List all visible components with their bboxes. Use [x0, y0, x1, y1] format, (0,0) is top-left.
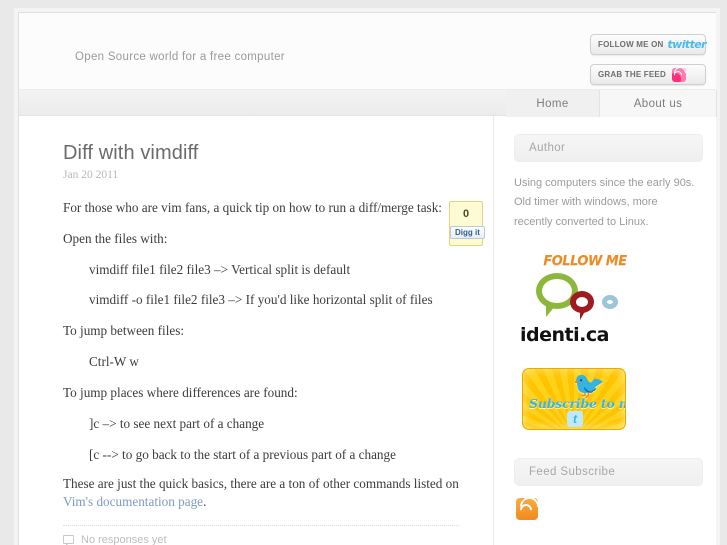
- main-navigation: Home About us: [19, 89, 717, 117]
- post-footer: No responses yet: [63, 524, 459, 545]
- site-tagline: Open Source world for a free computer: [75, 51, 285, 63]
- rss-icon: [671, 67, 686, 82]
- post-code-line: vimdiff file1 file2 file3 –> Vertical sp…: [89, 261, 351, 277]
- post-code-line: [c --> to go back to the start of a prev…: [89, 446, 396, 462]
- nav-item-list: Home About us: [506, 90, 717, 117]
- post-paragraph: To jump between files:: [63, 323, 185, 339]
- post-body: 0 Digg it For those who are vim fans, a …: [63, 199, 485, 511]
- feed-subscribe-widget-heading: Feed Subscribe: [514, 457, 703, 486]
- site-header: Open Source world for a free computer FO…: [19, 13, 716, 89]
- identica-follow-badge[interactable]: FOLLOW ME identi.ca: [520, 254, 650, 346]
- main-content-column: Diff with vimdiff Jan 20 2011 0 Digg it …: [19, 116, 493, 545]
- vim-documentation-link[interactable]: Vim's documentation page: [63, 494, 203, 509]
- follow-me-on-twitter-button[interactable]: FOLLOW ME ON twitter: [590, 34, 707, 55]
- sidebar: Author Using computers since the early 9…: [493, 116, 717, 545]
- comment-status-label[interactable]: No responses yet: [81, 534, 167, 545]
- nav-item-home-label: Home: [536, 97, 569, 110]
- twitter-small-bird-icon: t: [567, 410, 583, 427]
- identica-speech-bubbles-icon: [520, 271, 650, 323]
- closing-suffix-text: .: [203, 494, 207, 510]
- page-frame: Open Source world for a free computer FO…: [18, 12, 717, 545]
- post-paragraph: Open the files with:: [63, 230, 168, 246]
- nav-item-about-us-label: About us: [633, 97, 683, 110]
- post-title: Diff with vimdiff: [63, 142, 199, 164]
- identica-follow-me-text: FOLLOW ME: [543, 253, 627, 269]
- post-closing-paragraph: These are just the quick basics, there a…: [63, 475, 459, 511]
- nav-item-home[interactable]: Home: [506, 90, 600, 117]
- twitter-subscribe-label: Subscribe to my: [529, 395, 625, 411]
- twitter-wordmark: twitter: [667, 38, 707, 51]
- author-widget-heading: Author: [514, 134, 703, 162]
- rss-icon[interactable]: [516, 497, 538, 520]
- author-heading-label: Author: [529, 142, 566, 154]
- post-paragraph: To jump places where differences are fou…: [63, 384, 298, 400]
- post-code-line: ]c –> to see next part of a change: [89, 415, 265, 431]
- content-columns: Diff with vimdiff Jan 20 2011 0 Digg it …: [19, 116, 716, 545]
- twitter-subscribe-badge[interactable]: 🐦 Subscribe to my t: [522, 367, 626, 430]
- speech-bubble-red-icon: [570, 290, 594, 320]
- digg-it-button[interactable]: Digg it: [450, 226, 485, 239]
- closing-prefix-text: These are just the quick basics, there a…: [63, 476, 459, 492]
- speech-bubble-blue-icon: [602, 294, 618, 309]
- twitter-bird-icon: 🐦: [572, 369, 606, 400]
- nav-item-about-us[interactable]: About us: [600, 90, 717, 117]
- post-paragraph: For those who are vim fans, a quick tip …: [63, 200, 442, 215]
- author-bio-text: Using computers since the early 90s. Old…: [514, 177, 695, 228]
- post-date: Jan 20 2011: [63, 169, 119, 181]
- identica-wordmark: identi.ca: [520, 323, 609, 346]
- post-code-line: vimdiff -o file1 file2 file3 –> If you'd…: [89, 292, 433, 308]
- post-code-line: Ctrl-W w: [89, 354, 139, 370]
- grab-feed-label: GRAB THE FEED: [598, 70, 666, 79]
- feed-subscribe-heading-label: Feed Subscribe: [529, 465, 616, 478]
- digg-count: 0: [462, 208, 470, 220]
- comment-bubble-icon: [63, 535, 74, 545]
- grab-the-feed-button[interactable]: GRAB THE FEED: [590, 64, 706, 85]
- follow-twitter-label: FOLLOW ME ON: [598, 40, 664, 49]
- digg-widget[interactable]: 0 Digg it: [449, 201, 485, 246]
